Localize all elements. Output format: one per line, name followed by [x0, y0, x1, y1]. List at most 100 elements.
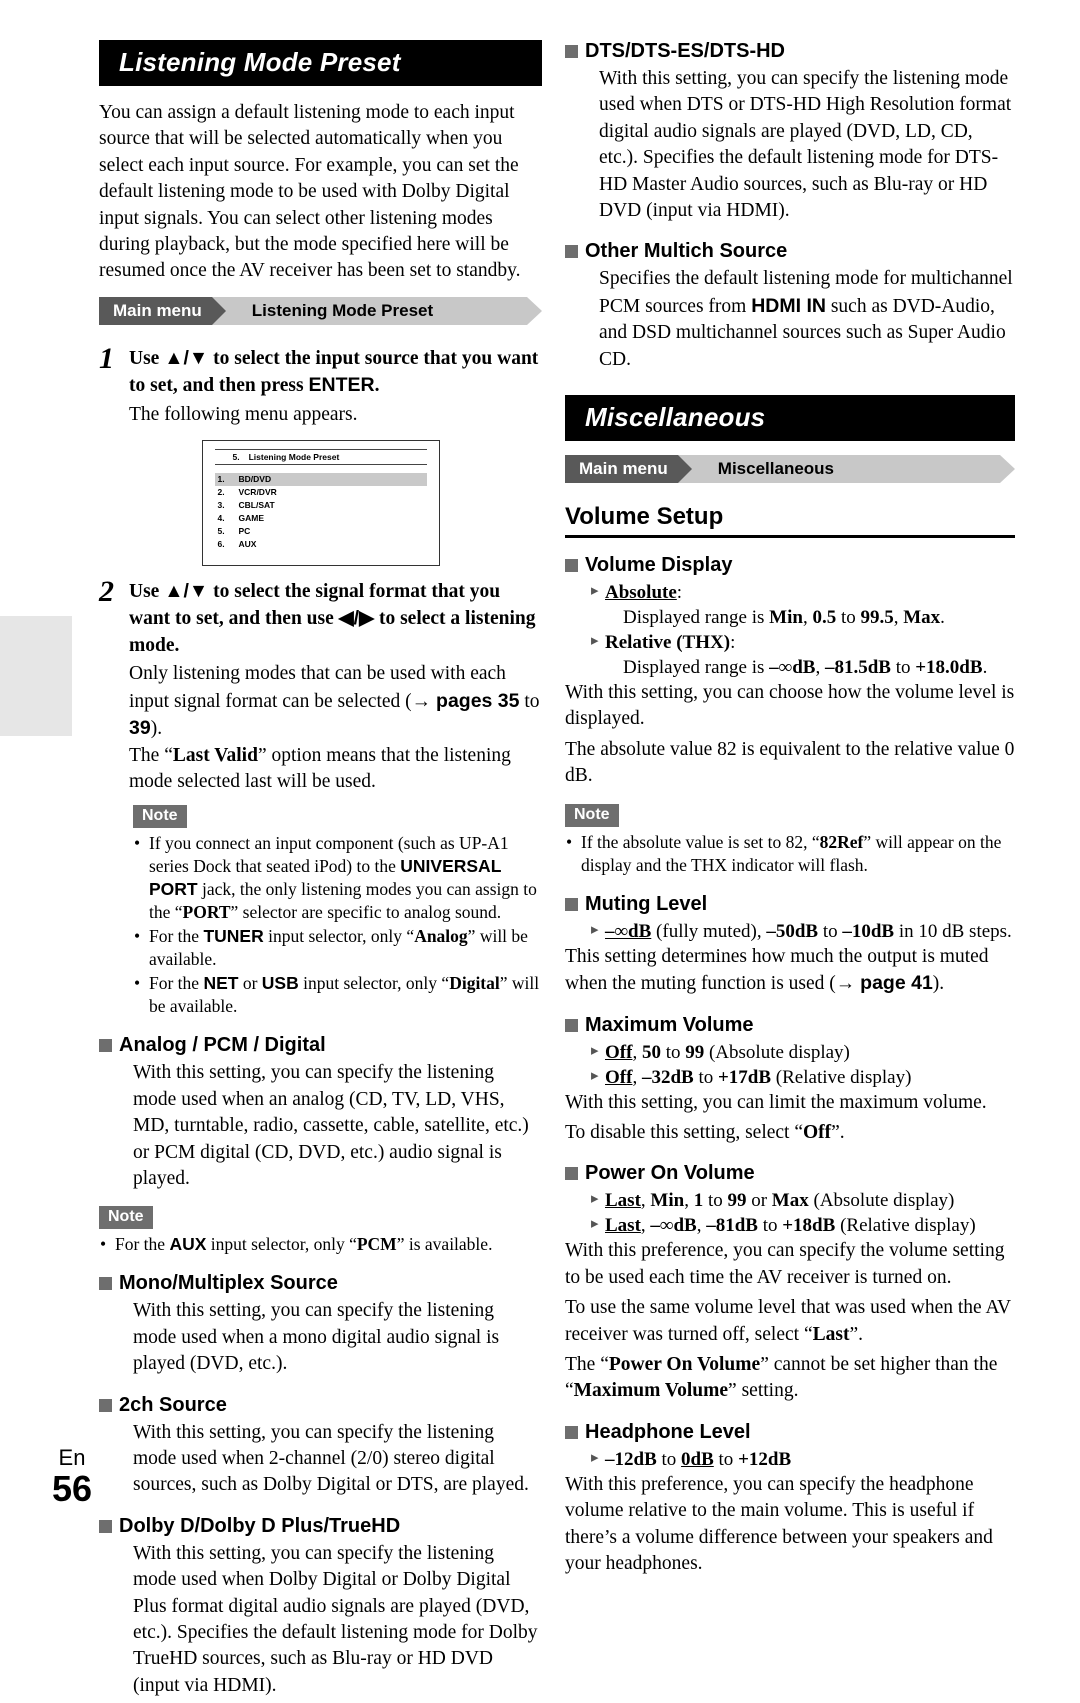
page-number: 56 — [51, 1468, 93, 1509]
step-2-number: 2 — [99, 575, 114, 609]
osd-menu-item: 3. CBL/SAT — [215, 499, 427, 512]
option-label-default: Absolute — [605, 582, 677, 604]
step-2-description-a: Only listening modes that can be used wi… — [129, 661, 542, 742]
square-bullet-icon — [565, 559, 578, 573]
max-rel-high: +17dB — [717, 1066, 772, 1088]
step-1-number: 1 — [99, 341, 114, 375]
breadcrumb-miscellaneous: Main menu Miscellaneous — [565, 455, 1016, 484]
option-relative-range: Displayed range is –∞dB, –81.5dB to +18.… — [623, 655, 1015, 680]
option-default-neg-inf: –∞dB — [605, 920, 652, 942]
max-rel-low: –32dB — [641, 1066, 694, 1088]
period: . — [982, 657, 988, 679]
step-2-text-pre: Use — [129, 581, 165, 603]
osd-item-label: AUX — [238, 539, 257, 550]
power-on-volume-body-1: With this preference, you can specify th… — [565, 1240, 1005, 1288]
option-default-last: Last — [605, 1190, 641, 1212]
intro-paragraph: You can assign a default listening mode … — [99, 102, 521, 282]
pov-rel-neg-inf: –∞dB — [650, 1215, 697, 1237]
range-high: 99.5 — [860, 607, 894, 629]
sep-to: to — [836, 607, 861, 629]
option-default-off: Off — [605, 1066, 633, 1088]
pov-abs-min: Min — [650, 1190, 685, 1212]
option-colon: : — [730, 632, 736, 654]
sep2: , — [893, 607, 904, 629]
subsection-heading-maximum-volume: Maximum Volume — [565, 1014, 1015, 1037]
option-default-last: Last — [605, 1215, 641, 1237]
last-option: Last — [812, 1323, 850, 1345]
square-bullet-icon — [99, 1398, 112, 1412]
square-bullet-icon — [565, 1018, 578, 1032]
osd-item-index: 4. — [217, 513, 225, 524]
note-list: If you connect an input component (such … — [133, 832, 542, 1018]
sep: , — [632, 1041, 642, 1063]
sep-to: to — [703, 1190, 728, 1212]
note-list: For the AUX input selector, only “PCM” i… — [99, 1233, 542, 1256]
sep: , — [632, 1066, 642, 1088]
pov-rel-low: –81dB — [706, 1215, 758, 1237]
osd-menu-list: 1. BD/DVD 2. VCR/DVR 3. CBL/SAT 4. GAME — [214, 473, 427, 551]
osd-menu-item: 5. PC — [215, 525, 427, 538]
muting-steps: in 10 dB steps. — [894, 920, 1012, 942]
off-option: Off — [803, 1121, 832, 1143]
subsection-label: Other Multich Source — [585, 240, 788, 263]
subsection-label: DTS/DTS-ES/DTS-HD — [585, 40, 785, 62]
subsection-label: Dolby D/Dolby D Plus/TrueHD — [119, 1514, 401, 1537]
pov-rel-high: +18dB — [782, 1215, 836, 1237]
note-item: If the absolute value is set to 82, “82R… — [565, 831, 1015, 877]
option-absolute: Absolute: — [591, 579, 1015, 605]
step-2-desc-post: ). — [150, 718, 163, 740]
option-colon: : — [676, 582, 683, 604]
option-thx-suffix: (THX) — [671, 632, 731, 654]
right-column: DTS/DTS-ES/DTS-HD With this setting, you… — [565, 40, 1016, 1581]
leftright-arrows-icon: ◀/▶ — [338, 607, 375, 630]
subsection-heading-dts: DTS/DTS-ES/DTS-HD — [565, 40, 1015, 63]
display-mode: (Absolute display) — [704, 1041, 850, 1063]
step-2-description-b: The “Last Valid” option means that the l… — [129, 743, 542, 796]
osd-menu-item: 2. VCR/DVR — [215, 486, 427, 499]
subsection-body-other-multich-source: Specifies the default listening mode for… — [599, 266, 1015, 373]
step-1-text-end: . — [374, 375, 380, 397]
muting-level-body: This setting determines how much the out… — [565, 944, 1015, 998]
subsection-label: Power On Volume — [585, 1162, 755, 1185]
option-max-volume-relative: Off, –32dB to +17dB (Relative display) — [591, 1064, 1015, 1090]
subsection-heading-headphone-level: Headphone Level — [565, 1421, 1015, 1444]
disable-pre: To disable this setting, select “ — [565, 1121, 803, 1143]
hdmi-in-label: HDMI IN — [751, 294, 826, 317]
breadcrumb-listening-mode-preset: Main menu Listening Mode Preset — [99, 296, 543, 325]
maximum-volume-body-1: With this setting, you can limit the max… — [565, 1091, 987, 1113]
page-ref-arrow-icon: → — [835, 972, 856, 995]
subsection-label: Headphone Level — [585, 1420, 751, 1443]
volume-display-body-2: The absolute value 82 is equivalent to t… — [565, 738, 1015, 787]
disable-end: ”. — [831, 1121, 845, 1143]
breadcrumb-main-menu: Main menu — [565, 455, 692, 484]
step-1-description: The following menu appears. — [129, 403, 358, 425]
osd-item-index: 5. — [217, 526, 225, 537]
last-valid-pre: The “ — [129, 744, 173, 766]
osd-menu-item: 1. BD/DVD — [214, 473, 427, 487]
option-muting-level-range: –∞dB (fully muted), –50dB to –10dB in 10… — [591, 918, 1015, 944]
sep-to: to — [818, 920, 843, 942]
square-bullet-icon — [99, 1519, 112, 1533]
max-abs-low: 50 — [641, 1041, 661, 1063]
osd-item-label: CBL/SAT — [238, 500, 275, 511]
display-mode: (Relative display) — [771, 1066, 912, 1088]
subsection-body-dolby-d-plus-truehd: With this setting, you can specify the l… — [133, 1542, 538, 1696]
osd-item-index: 2. — [217, 487, 225, 498]
left-column: Listening Mode Preset You can assign a d… — [99, 40, 543, 1703]
sep-to: to — [757, 1215, 783, 1237]
power-on-volume-body-2: To use the same volume level that was us… — [565, 1295, 1015, 1348]
osd-header-index: 5. — [232, 452, 240, 463]
osd-item-index: 6. — [217, 539, 225, 550]
subsection-label: Volume Display — [585, 554, 733, 577]
osd-menu-item: 4. GAME — [215, 512, 427, 525]
sep: , — [640, 1215, 651, 1237]
breadcrumb-current-item: Listening Mode Preset — [211, 296, 543, 325]
hp-default-0db: 0dB — [681, 1448, 714, 1470]
chapter-banner-listening-mode-preset: Listening Mode Preset — [99, 40, 542, 86]
option-power-on-relative: Last, –∞dB, –81dB to +18dB (Relative dis… — [591, 1212, 1015, 1238]
muting-high: –10dB — [842, 920, 895, 942]
breadcrumb-main-menu: Main menu — [99, 296, 226, 325]
subsection-heading-mono-multiplex-source: Mono/Multiplex Source — [99, 1272, 542, 1295]
osd-item-index: 3. — [217, 500, 225, 511]
headphone-level-body: With this preference, you can specify th… — [565, 1473, 993, 1574]
